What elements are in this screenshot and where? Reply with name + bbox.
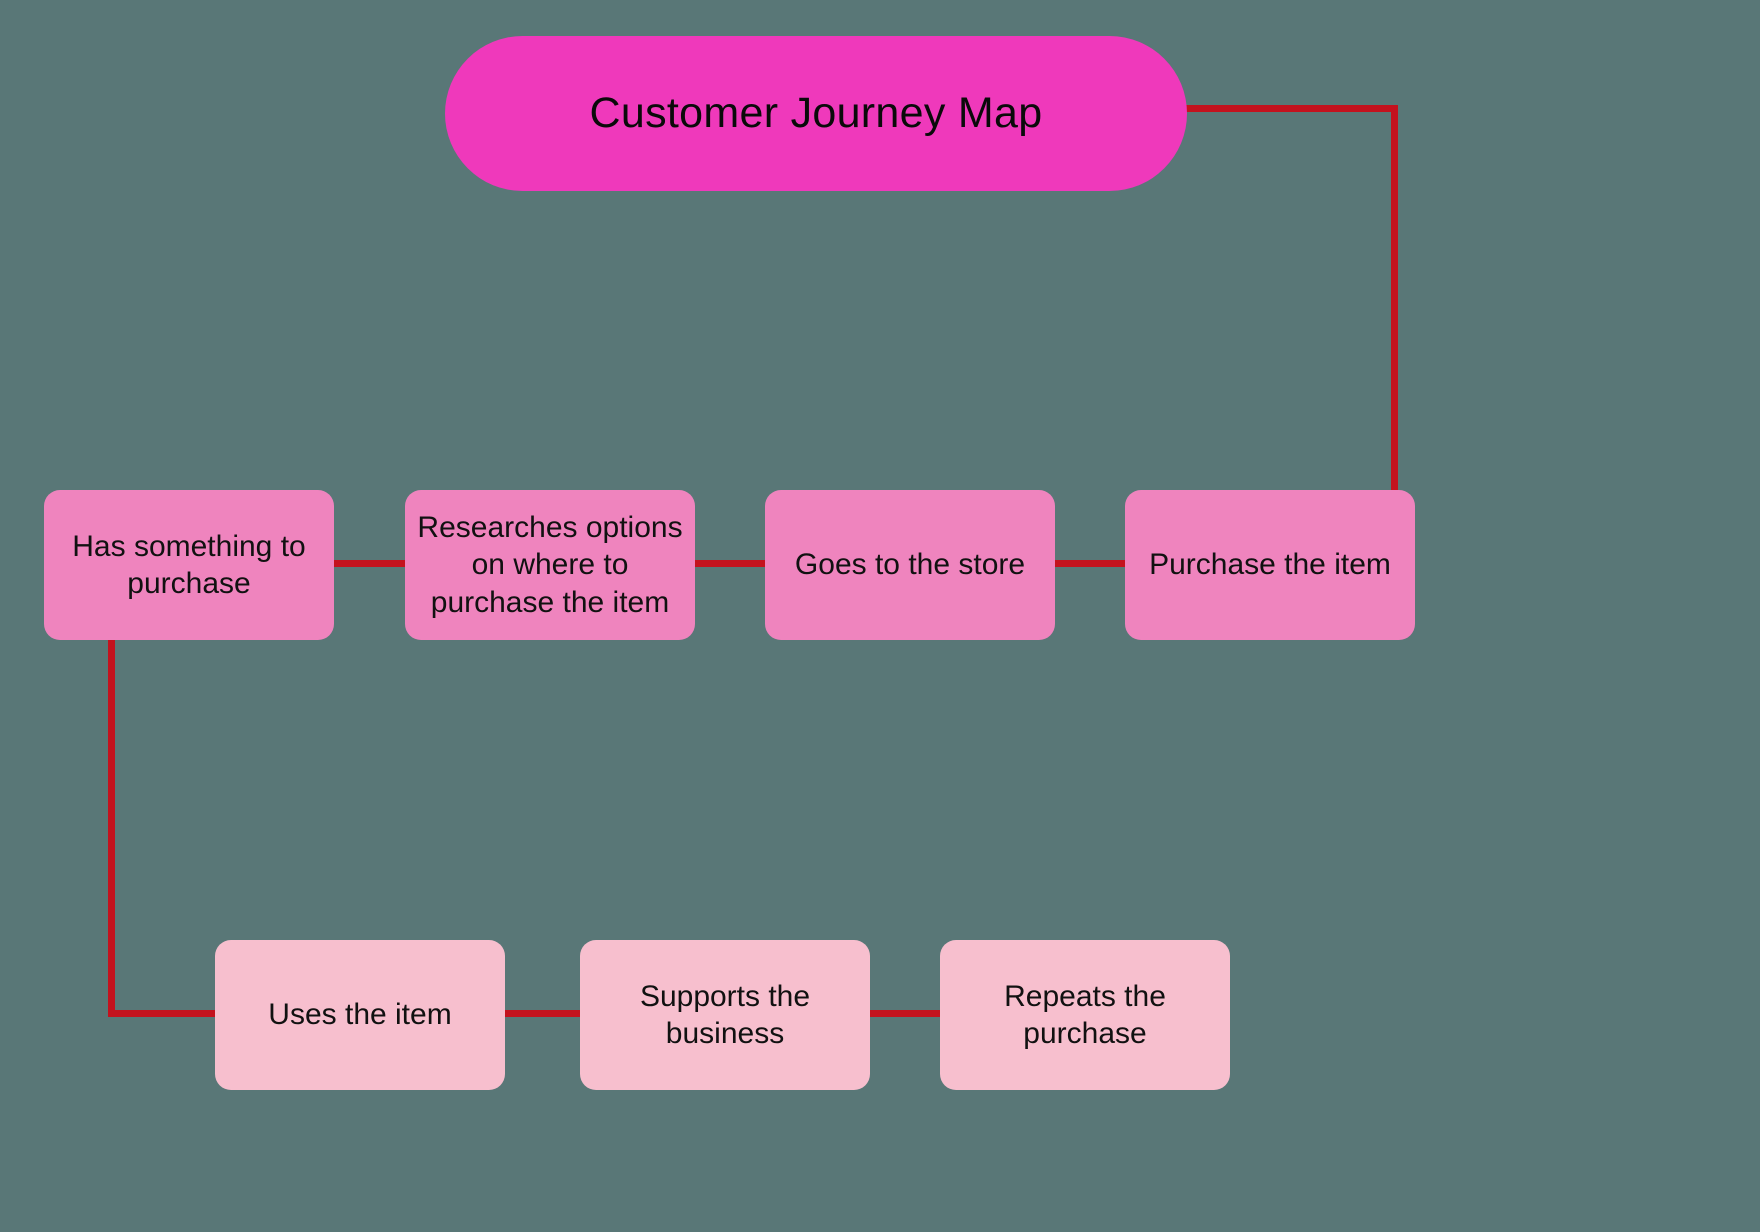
step-has-something-to-purchase: Has something to purchase xyxy=(44,490,334,640)
connector-step1-step2 xyxy=(328,560,408,567)
connector-step2-step3 xyxy=(688,560,768,567)
step-label: Goes to the store xyxy=(795,546,1025,584)
diagram-title: Customer Journey Map xyxy=(445,36,1187,191)
connector-step5-step6 xyxy=(500,1010,580,1017)
step-label: Has something to purchase xyxy=(56,528,322,603)
connector-step1-down xyxy=(108,630,115,1015)
connector-step3-step4 xyxy=(1050,560,1130,567)
step-label: Uses the item xyxy=(268,996,451,1034)
step-goes-to-store: Goes to the store xyxy=(765,490,1055,640)
step-uses-item: Uses the item xyxy=(215,940,505,1090)
step-researches-options: Researches options on where to purchase … xyxy=(405,490,695,640)
step-label: Purchase the item xyxy=(1149,546,1391,584)
step-label: Repeats the purchase xyxy=(952,978,1218,1053)
connector-step6-step7 xyxy=(865,1010,945,1017)
step-supports-business: Supports the business xyxy=(580,940,870,1090)
step-repeats-purchase: Repeats the purchase xyxy=(940,940,1230,1090)
connector-down-to-step5 xyxy=(108,1010,218,1017)
step-label: Researches options on where to purchase … xyxy=(417,509,683,622)
connector-title-right-stub xyxy=(1182,105,1396,112)
step-label: Supports the business xyxy=(592,978,858,1053)
step-purchase-item: Purchase the item xyxy=(1125,490,1415,640)
diagram-title-text: Customer Journey Map xyxy=(590,89,1043,138)
